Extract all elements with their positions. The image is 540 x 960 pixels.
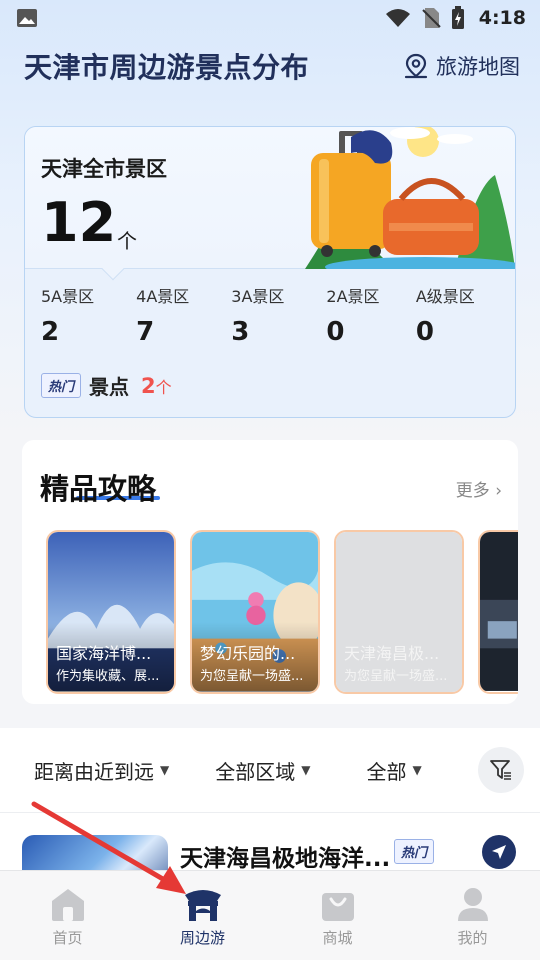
status-time: 4:18: [478, 7, 526, 29]
hot-spots-label: 景点: [89, 375, 130, 399]
nav-mall[interactable]: 商城: [270, 871, 405, 960]
grade-label: 2A景区: [326, 287, 380, 306]
map-pin-icon: [404, 53, 428, 79]
guides-title: 精品攻略: [40, 472, 157, 506]
wifi-icon: [385, 9, 410, 27]
advanced-filter-button[interactable]: [478, 747, 524, 793]
guide-title: 梦幻乐园的...: [200, 644, 296, 663]
total-unit: 个: [117, 229, 137, 253]
featured-guides-section: 精品攻略 更多 › 国家海洋博... 作为集收藏、展... 梦幻乐园的... 为…: [22, 440, 518, 704]
nav-profile[interactable]: 我的: [405, 871, 540, 960]
guide-carousel[interactable]: 国家海洋博... 作为集收藏、展... 梦幻乐园的... 为您呈献一场盛... …: [46, 530, 518, 694]
page-header: 天津市周边游景点分布 旅游地图: [24, 44, 520, 88]
total-scenic-count: 12: [41, 191, 117, 254]
grade-2a: 2A景区 0: [326, 283, 415, 347]
filter-bar: 距离由近到远 ▼ 全部区域 ▼ 全部 ▼: [0, 728, 540, 812]
grade-label: 4A景区: [136, 287, 190, 306]
grade-value: 0: [326, 317, 345, 347]
grade-value: 3: [231, 317, 250, 347]
caret-down-icon: ▼: [160, 763, 170, 777]
guide-title: 国家海洋博...: [56, 644, 152, 663]
guide-description: 为您呈献一场盛...: [200, 669, 304, 684]
guide-card[interactable]: 梦幻乐园的... 为您呈献一场盛...: [190, 530, 320, 694]
chevron-right-icon: ›: [495, 481, 502, 501]
grade-value: 0: [415, 317, 434, 347]
travel-map-button[interactable]: 旅游地图: [402, 51, 520, 81]
navigation-arrow-icon: [492, 845, 506, 859]
grade-label: 3A景区: [231, 287, 285, 306]
guide-card[interactable]: 国家海洋博... 作为集收藏、展...: [46, 530, 176, 694]
navigate-button[interactable]: [482, 835, 516, 869]
city-scenic-label: 天津全市景区: [41, 157, 167, 181]
nav-label: 商城: [322, 929, 353, 947]
grade-breakdown: 5A景区 2 4A景区 7 3A景区 3 2A景区 0 A级景区 0: [41, 283, 511, 347]
page-title: 天津市周边游景点分布: [24, 51, 310, 84]
area-label: 全部区域: [215, 759, 296, 784]
more-guides-link[interactable]: 更多 ›: [456, 476, 502, 501]
caret-down-icon: ▼: [412, 763, 422, 777]
guide-card-partial[interactable]: [478, 530, 518, 694]
hot-badge: 热门: [394, 839, 435, 864]
grade-a: A级景区 0: [416, 283, 511, 347]
more-label: 更多: [455, 481, 490, 501]
guide-description: 为您呈献一场盛...: [344, 669, 448, 684]
nav-nearby-travel[interactable]: 周边游: [135, 871, 270, 960]
grade-label: 5A景区: [41, 287, 95, 306]
caret-down-icon: ▼: [301, 763, 311, 777]
nav-home[interactable]: 首页: [0, 871, 135, 960]
attraction-list-item[interactable]: 天津海昌极地海洋... 热门: [0, 813, 540, 873]
scenic-stats-card: 天津全市景区 12 个 5A景区 2 4A景区 7 3A景区 3 2A景区 0 …: [24, 126, 516, 418]
night-scene-image: [480, 532, 518, 691]
grade-label: A级景区: [415, 287, 475, 306]
type-label: 全部: [366, 759, 407, 784]
guides-title-wrap: 精品攻略: [40, 466, 156, 508]
no-sim-icon: [422, 8, 441, 28]
nav-label: 周边游: [179, 929, 225, 947]
hot-badge: 热门: [41, 373, 82, 398]
attraction-thumbnail: [22, 835, 168, 873]
area-dropdown[interactable]: 全部区域 ▼: [215, 756, 310, 785]
sort-dropdown[interactable]: 距离由近到远 ▼: [34, 756, 169, 785]
nav-label: 首页: [52, 929, 83, 947]
pavilion-icon: [184, 890, 221, 921]
nav-label: 我的: [457, 929, 488, 947]
status-bar: 4:18: [0, 0, 540, 36]
shopping-bag-icon: [321, 893, 354, 921]
guide-description: 作为集收藏、展...: [56, 669, 160, 684]
filter-icon: [490, 760, 511, 780]
user-icon: [457, 888, 488, 921]
attraction-title: 天津海昌极地海洋...: [180, 846, 391, 872]
battery-icon: [451, 6, 464, 29]
hot-spots-count: 2: [141, 373, 156, 398]
guide-title: 天津海昌极...: [344, 644, 440, 663]
home-icon: [51, 889, 84, 921]
luggage-illustration: [305, 127, 515, 269]
status-icons: 4:18: [385, 6, 526, 30]
hot-spots-row: 热门 景点 2 个: [41, 371, 172, 400]
type-dropdown[interactable]: 全部 ▼: [366, 756, 421, 785]
grade-5a: 5A景区 2: [41, 283, 136, 347]
grade-value: 2: [41, 317, 60, 347]
travel-map-label: 旅游地图: [436, 55, 520, 79]
gallery-notification-icon: [17, 9, 37, 27]
grade-4a: 4A景区 7: [136, 283, 231, 347]
hot-spots-unit: 个: [155, 377, 172, 397]
sort-label: 距离由近到远: [34, 759, 154, 784]
grade-3a: 3A景区 3: [231, 283, 326, 347]
grade-value: 7: [136, 317, 155, 347]
bottom-navigation: 首页 周边游 商城 我的: [0, 870, 540, 960]
guide-card[interactable]: 天津海昌极... 为您呈献一场盛...: [334, 530, 464, 694]
